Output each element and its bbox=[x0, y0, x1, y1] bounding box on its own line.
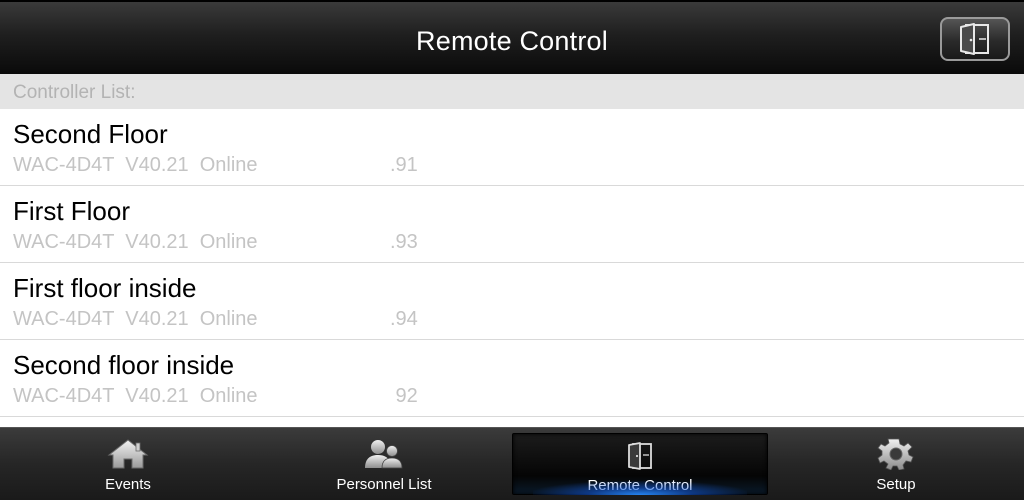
controller-ip: .91 bbox=[390, 154, 418, 176]
tab-label: Personnel List bbox=[336, 476, 432, 493]
bottom-tab-bar: Events Personnel List Remote Control Set… bbox=[0, 427, 1024, 500]
tab-personnel-list[interactable]: Personnel List bbox=[256, 428, 512, 500]
people-icon bbox=[365, 440, 403, 469]
gear-icon bbox=[877, 438, 914, 470]
controller-row[interactable]: First Floor WAC-4D4T V40.21 Online .93 bbox=[0, 186, 1024, 263]
tab-label: Events bbox=[105, 476, 151, 493]
controller-name: Second floor inside bbox=[13, 350, 235, 380]
house-icon bbox=[107, 439, 149, 469]
controller-details: WAC-4D4T V40.21 Online bbox=[13, 154, 258, 176]
tab-label: Setup bbox=[876, 476, 916, 493]
tab-setup[interactable]: Setup bbox=[768, 428, 1024, 500]
controller-details: WAC-4D4T V40.21 Online bbox=[13, 385, 258, 407]
tab-events[interactable]: Events bbox=[0, 428, 256, 500]
tab-label: Remote Control bbox=[587, 477, 693, 494]
title-bar: Remote Control bbox=[0, 0, 1024, 74]
controller-row[interactable]: Second Floor WAC-4D4T V40.21 Online .91 bbox=[0, 109, 1024, 186]
exit-door-button[interactable] bbox=[940, 17, 1010, 61]
controller-details: WAC-4D4T V40.21 Online bbox=[13, 308, 258, 330]
door-exit-icon bbox=[960, 23, 989, 55]
controller-row[interactable]: First floor inside WAC-4D4T V40.21 Onlin… bbox=[0, 263, 1024, 340]
controller-name: Second Floor bbox=[13, 119, 168, 149]
tab-remote-control[interactable]: Remote Control bbox=[512, 433, 768, 495]
controller-row[interactable]: Second floor inside WAC-4D4T V40.21 Onli… bbox=[0, 340, 1024, 417]
controller-details: WAC-4D4T V40.21 Online bbox=[13, 231, 258, 253]
controller-list: Second Floor WAC-4D4T V40.21 Online .91 … bbox=[0, 109, 1024, 427]
page-title: Remote Control bbox=[416, 26, 608, 56]
controller-name: First floor inside bbox=[13, 273, 197, 303]
door-exit-icon bbox=[628, 442, 652, 470]
controller-ip: 92 bbox=[390, 385, 418, 407]
app-root: Remote Control Controller List: Second F… bbox=[0, 0, 1024, 500]
controller-ip: .94 bbox=[390, 308, 418, 330]
controller-ip: .93 bbox=[390, 231, 418, 253]
controller-list-header: Controller List: bbox=[0, 74, 1024, 109]
controller-name: First Floor bbox=[13, 196, 130, 226]
